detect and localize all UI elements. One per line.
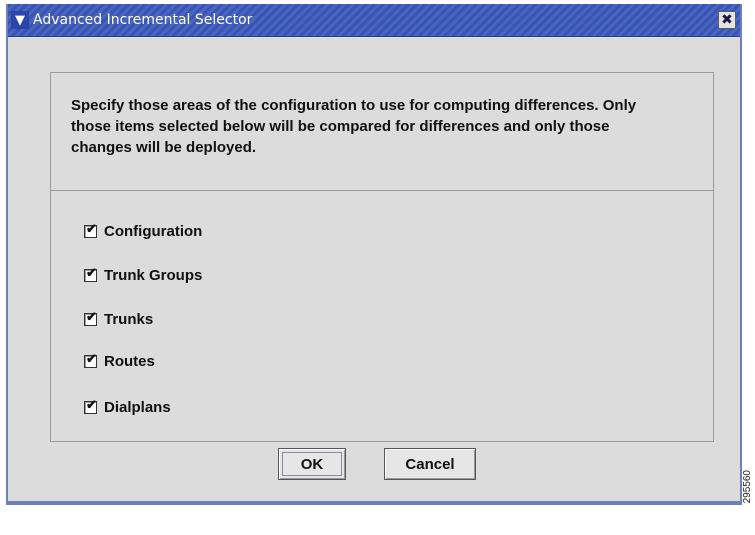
checkmark-icon: ✔ bbox=[86, 264, 97, 280]
checkmark-icon: ✔ bbox=[86, 396, 97, 412]
option-dialplans[interactable]: ✔ Dialplans bbox=[84, 397, 171, 417]
description-text: Specify those areas of the configuration… bbox=[71, 97, 637, 156]
figure-id-text: 295560 bbox=[742, 470, 753, 504]
options-panel: Specify those areas of the configuration… bbox=[50, 72, 714, 442]
option-routes[interactable]: ✔ Routes bbox=[84, 351, 155, 371]
checkbox-configuration[interactable]: ✔ bbox=[84, 220, 97, 238]
checkbox-trunk-groups[interactable]: ✔ bbox=[84, 264, 97, 282]
option-label: Trunk Groups bbox=[104, 266, 203, 284]
close-icon[interactable]: ✖ bbox=[718, 11, 736, 29]
option-trunks[interactable]: ✔ Trunks bbox=[84, 309, 153, 329]
checkbox-dialplans[interactable]: ✔ bbox=[84, 396, 97, 414]
checkbox-trunks[interactable]: ✔ bbox=[84, 308, 97, 326]
cancel-button[interactable]: Cancel bbox=[384, 448, 476, 480]
checkbox-routes[interactable]: ✔ bbox=[84, 350, 97, 368]
dialog-window: ▼ Advanced Incremental Selector ✖ Specif… bbox=[6, 4, 742, 501]
figure-id: 295560 bbox=[741, 470, 755, 535]
ok-button[interactable]: OK bbox=[278, 448, 346, 480]
option-label: Dialplans bbox=[104, 398, 171, 416]
chevron-down-icon[interactable]: ▼ bbox=[11, 11, 29, 29]
checkmark-icon: ✔ bbox=[86, 350, 97, 366]
option-label: Trunks bbox=[104, 310, 154, 328]
window-bottom-border bbox=[6, 501, 742, 505]
checkmark-icon: ✔ bbox=[86, 220, 97, 236]
option-label: Routes bbox=[104, 352, 155, 370]
option-trunk-groups[interactable]: ✔ Trunk Groups bbox=[84, 265, 202, 285]
title-bar[interactable]: ▼ Advanced Incremental Selector ✖ bbox=[8, 4, 740, 37]
description-section: Specify those areas of the configuration… bbox=[51, 73, 713, 191]
option-configuration[interactable]: ✔ Configuration bbox=[84, 221, 202, 241]
dialog-title: Advanced Incremental Selector bbox=[33, 12, 253, 28]
checkmark-icon: ✔ bbox=[86, 308, 97, 324]
option-label: Configuration bbox=[104, 222, 203, 240]
